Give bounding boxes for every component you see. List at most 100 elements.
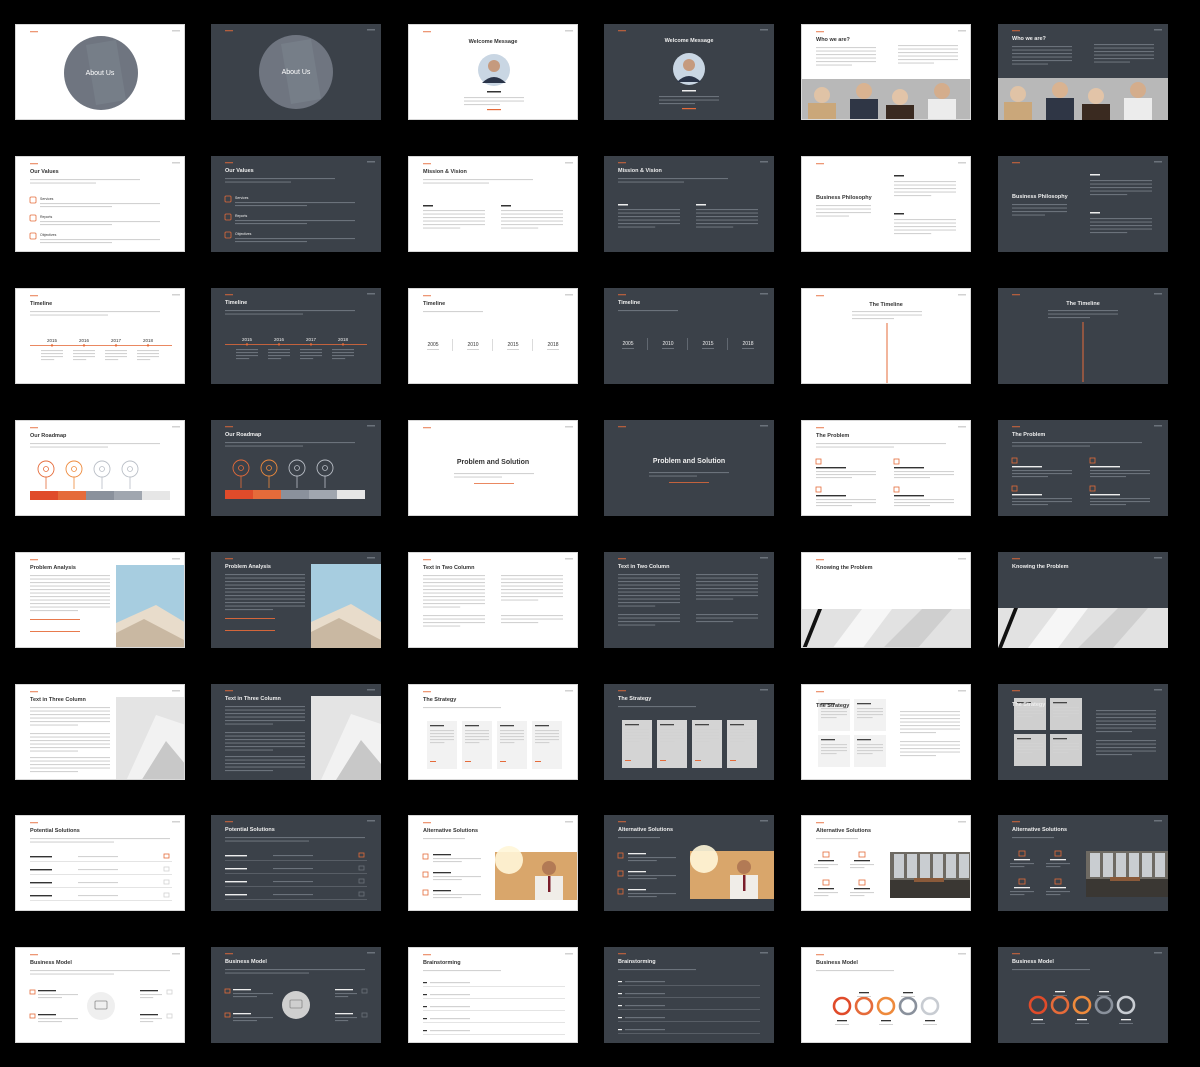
- timeline-marker: [341, 343, 345, 346]
- portrait-name: [682, 90, 696, 92]
- alternative-icon: [1054, 850, 1062, 857]
- text-line: [137, 356, 159, 358]
- slide-thumbnail-timeline3-light[interactable]: The Timeline: [801, 288, 971, 384]
- text-line: [40, 224, 112, 226]
- slide-thumbnail-timeline2-dark[interactable]: 2005 2010 2015 2018 Timeline: [604, 288, 774, 384]
- text-line: [618, 602, 680, 604]
- slide-thumbnail-strategy1-dark[interactable]: The Strategy: [604, 684, 774, 780]
- alternative-icon: [422, 889, 429, 896]
- text-line: [465, 739, 489, 741]
- slide-thumbnail-philosophy-dark[interactable]: Business Philosophy: [998, 156, 1168, 252]
- slide-thumbnail-solutions-dark[interactable]: Potential Solutions: [211, 815, 381, 911]
- text-line: [1010, 894, 1025, 896]
- text-line: [30, 747, 110, 749]
- text-line: [625, 735, 649, 737]
- slide-title: The Timeline: [1066, 301, 1100, 307]
- text-line: [430, 736, 454, 738]
- slide-thumbnail-philosophy-light[interactable]: Business Philosophy: [801, 156, 971, 252]
- slide-thumbnail-who-light[interactable]: Who we are?: [801, 24, 971, 120]
- text-line: [894, 229, 956, 231]
- slide-thumbnail-timeline2-light[interactable]: 2005 2010 2015 2018 Timeline: [408, 288, 578, 384]
- slide-thumbnail-problem-dark[interactable]: The Problem: [998, 420, 1168, 516]
- slide-thumbnail-mission-dark[interactable]: Mission & Vision: [604, 156, 774, 252]
- slide-thumbnail-ps-dark[interactable]: Problem and Solution: [604, 420, 774, 516]
- signature-line: [487, 109, 501, 111]
- slide-thumbnail-problem-light[interactable]: The Problem: [801, 420, 971, 516]
- text-line: [1012, 504, 1048, 506]
- slide-thumbnail-alt1-light[interactable]: Alternative Solutions: [408, 815, 578, 911]
- slide-thumbnail-values-dark[interactable]: Services Reports Objectives Our Values: [211, 156, 381, 252]
- slide-thumbnail-text2-light[interactable]: Text in Two Column: [408, 552, 578, 648]
- slide-thumbnail-timeline1-dark[interactable]: 2015 2016 2017 2018 Timeline: [211, 288, 381, 384]
- slide-thumbnail-model1-light[interactable]: Business Model: [15, 947, 185, 1043]
- slide-kicker: [423, 691, 431, 693]
- slide-thumbnail-ps-light[interactable]: Problem and Solution: [408, 420, 578, 516]
- slide-thumbnail-model2-dark[interactable]: Business Model: [998, 947, 1168, 1043]
- slide-thumbnail-knowing-light[interactable]: Knowing the Problem: [801, 552, 971, 648]
- slide-thumbnail-mission-light[interactable]: Mission & Vision: [408, 156, 578, 252]
- text-line: [268, 355, 290, 357]
- timeline-marker: [309, 343, 313, 346]
- slide-thumbnail-roadmap-dark[interactable]: Our Roadmap: [211, 420, 381, 516]
- slide-thumbnail-about-dark[interactable]: About Us: [211, 24, 381, 120]
- window-pane: [894, 854, 904, 878]
- slide-thumbnail-brainstorm-light[interactable]: Brainstorming: [408, 947, 578, 1043]
- slide-kicker: [225, 558, 233, 560]
- slide-tag: [958, 558, 966, 560]
- solution-desc: [78, 856, 118, 858]
- slide-thumbnail-welcome-light[interactable]: Welcome Message: [408, 24, 578, 120]
- slide-thumbnail-strategy1-light[interactable]: The Strategy: [408, 684, 578, 780]
- slide-thumbnail-brainstorm-dark[interactable]: Brainstorming: [604, 947, 774, 1043]
- model-center-circle: [87, 992, 115, 1020]
- slide-thumbnail-analysis-dark[interactable]: Problem Analysis: [211, 552, 381, 648]
- row-divider: [225, 899, 367, 900]
- slide-thumbnail-model1-dark[interactable]: Business Model: [211, 947, 381, 1043]
- slide-tag: [760, 29, 768, 31]
- slide-kicker: [618, 162, 626, 164]
- slide-thumbnail-about-light[interactable]: About Us: [15, 24, 185, 120]
- text-line: [30, 771, 78, 773]
- text-line: [225, 749, 273, 751]
- text-line: [140, 997, 154, 999]
- slide-tag: [367, 293, 375, 295]
- slide-thumbnail-alt1-dark[interactable]: Alternative Solutions: [604, 815, 774, 911]
- text-line: [40, 239, 160, 241]
- text-line: [30, 743, 110, 745]
- milestone-stem: [73, 477, 75, 489]
- slide-thumbnail-timeline3-dark[interactable]: The Timeline: [998, 288, 1168, 384]
- text-line: [225, 584, 305, 586]
- slide-thumbnail-welcome-dark[interactable]: Welcome Message: [604, 24, 774, 120]
- slide-thumbnail-alt2-dark[interactable]: Alternative Solutions: [998, 815, 1168, 911]
- slide-thumbnail-timeline1-light[interactable]: 2015 2016 2017 2018 Timeline: [15, 288, 185, 384]
- slide-thumbnail-text3-light[interactable]: Text in Three Column: [15, 684, 185, 780]
- text-line: [225, 605, 305, 607]
- item-number: [423, 1018, 427, 1020]
- slide-thumbnail-roadmap-light[interactable]: Our Roadmap: [15, 420, 185, 516]
- slide-thumbnail-text3-dark[interactable]: Text in Three Column: [211, 684, 381, 780]
- text-line: [1053, 713, 1079, 715]
- solution-desc: [78, 895, 118, 897]
- text-line: [659, 103, 695, 105]
- timeline-caption: [622, 348, 634, 349]
- slide-thumbnail-who-dark[interactable]: Who we are?: [998, 24, 1168, 120]
- value-icon: [29, 232, 37, 240]
- slide-thumbnail-strategy2-light[interactable]: The Strategy: [801, 684, 971, 780]
- text-line: [816, 505, 852, 507]
- text-line: [300, 358, 314, 360]
- progress-bar: [30, 631, 80, 632]
- slide-title: Business Model: [30, 960, 72, 966]
- slide-thumbnail-model2-light[interactable]: Business Model: [801, 947, 971, 1043]
- slide-thumbnail-analysis-light[interactable]: Problem Analysis: [15, 552, 185, 648]
- slide-thumbnail-knowing-dark[interactable]: Knowing the Problem: [998, 552, 1168, 648]
- slide-thumbnail-alt2-light[interactable]: Alternative Solutions: [801, 815, 971, 911]
- text-line: [1012, 442, 1142, 444]
- slide-thumbnail-solutions-light[interactable]: Potential Solutions: [15, 815, 185, 911]
- slide-thumbnail-values-light[interactable]: Services Reports Objectives Our Values: [15, 156, 185, 252]
- text-line: [1017, 713, 1043, 715]
- slide-thumbnail-strategy2-dark[interactable]: The Strategy: [998, 684, 1168, 780]
- slide-thumbnail-text2-dark[interactable]: Text in Two Column: [604, 552, 774, 648]
- text-line: [41, 353, 63, 355]
- solution-desc: [273, 868, 313, 870]
- model-label: [38, 1014, 56, 1016]
- card-accent: [730, 760, 736, 761]
